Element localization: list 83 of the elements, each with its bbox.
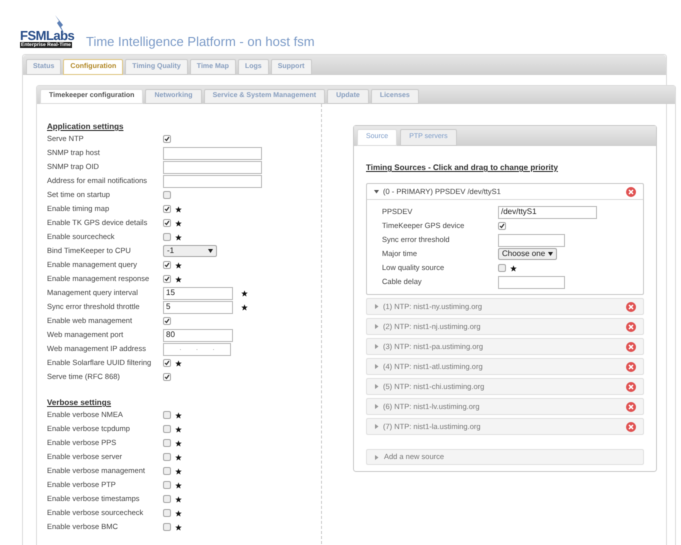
checkbox[interactable] <box>163 509 171 517</box>
delete-icon[interactable] <box>626 402 636 412</box>
delete-icon[interactable] <box>626 422 636 432</box>
checkmark-icon <box>164 220 170 226</box>
collapsed-triangle-icon <box>374 344 379 349</box>
checkbox[interactable] <box>163 411 171 419</box>
collapsed-triangle-icon <box>374 454 379 460</box>
checkbox[interactable] <box>163 523 171 531</box>
delete-icon[interactable] <box>626 302 636 312</box>
checkbox[interactable] <box>163 135 171 143</box>
checkbox[interactable] <box>163 439 171 447</box>
star-icon <box>175 440 182 446</box>
text-field[interactable]: 15 <box>163 286 233 300</box>
logo-text: FSMLabs <box>20 29 76 42</box>
checkbox[interactable] <box>163 233 171 241</box>
star-icon <box>175 276 182 282</box>
star-icon <box>175 234 182 240</box>
star-icon <box>175 496 182 502</box>
delete-icon[interactable] <box>626 362 636 372</box>
text-field[interactable] <box>498 276 565 288</box>
text-field[interactable]: 80 <box>163 328 233 342</box>
dropdown[interactable]: Choose one <box>498 248 558 260</box>
checkbox[interactable] <box>163 481 171 489</box>
text-field[interactable] <box>163 160 262 174</box>
text-field[interactable] <box>498 234 565 246</box>
text-field[interactable]: 5 <box>163 300 233 314</box>
star-icon <box>241 290 248 296</box>
checkmark-icon <box>164 206 170 212</box>
checkbox[interactable] <box>163 317 171 325</box>
checkbox[interactable] <box>163 425 171 433</box>
star-icon <box>175 206 182 212</box>
text-field[interactable] <box>163 174 262 188</box>
checkbox[interactable] <box>498 222 506 230</box>
text-field[interactable]: /dev/ttyS1 <box>498 206 597 218</box>
section-heading: Application settings <box>47 122 124 132</box>
caret-icon <box>208 249 213 253</box>
delete-icon[interactable] <box>626 322 636 332</box>
checkmark-icon <box>164 374 170 380</box>
checkbox[interactable] <box>163 205 171 213</box>
collapsed-triangle-icon <box>374 304 379 309</box>
text-field[interactable] <box>163 146 262 160</box>
star-icon <box>175 454 182 460</box>
collapsed-triangle-icon <box>374 384 379 389</box>
star-icon <box>175 482 182 488</box>
star-icon <box>175 524 182 530</box>
collapsed-triangle-icon <box>374 364 379 369</box>
checkmark-icon <box>164 318 170 324</box>
checkbox[interactable] <box>163 467 171 475</box>
star-icon <box>175 412 182 418</box>
star-icon <box>510 264 517 272</box>
star-icon <box>175 220 182 226</box>
checkbox[interactable] <box>163 191 171 199</box>
checkbox[interactable] <box>498 264 506 272</box>
checkmark-icon <box>164 262 170 268</box>
checkbox[interactable] <box>163 275 171 283</box>
checkbox[interactable] <box>163 373 171 381</box>
checkbox[interactable] <box>163 219 171 227</box>
star-icon <box>175 510 182 516</box>
collapsed-triangle-icon <box>374 404 379 409</box>
checkbox[interactable] <box>163 453 171 461</box>
collapsed-triangle-icon <box>374 424 379 429</box>
star-icon <box>241 304 248 310</box>
star-icon <box>175 360 182 366</box>
star-icon <box>175 262 182 268</box>
caret-icon <box>548 252 554 256</box>
expanded-triangle-icon <box>374 189 379 194</box>
section-heading: Verbose settings <box>47 398 112 408</box>
section-heading: Timing Sources - Click and drag to change priority <box>366 162 559 174</box>
star-icon <box>175 426 182 432</box>
checkbox[interactable] <box>163 261 171 269</box>
delete-icon[interactable] <box>626 342 636 352</box>
delete-icon[interactable] <box>626 382 636 392</box>
checkbox[interactable] <box>163 359 171 367</box>
checkmark-icon <box>164 136 170 142</box>
collapsed-triangle-icon <box>374 324 379 329</box>
checkmark-icon <box>499 223 505 229</box>
checkmark-icon <box>164 276 170 282</box>
delete-icon[interactable] <box>626 186 636 196</box>
page-title: Time Intelligence Platform - on host fsm <box>86 35 315 48</box>
star-icon <box>175 468 182 474</box>
checkbox[interactable] <box>163 495 171 503</box>
checkmark-icon <box>164 360 170 366</box>
dropdown[interactable]: -1 <box>163 245 217 257</box>
